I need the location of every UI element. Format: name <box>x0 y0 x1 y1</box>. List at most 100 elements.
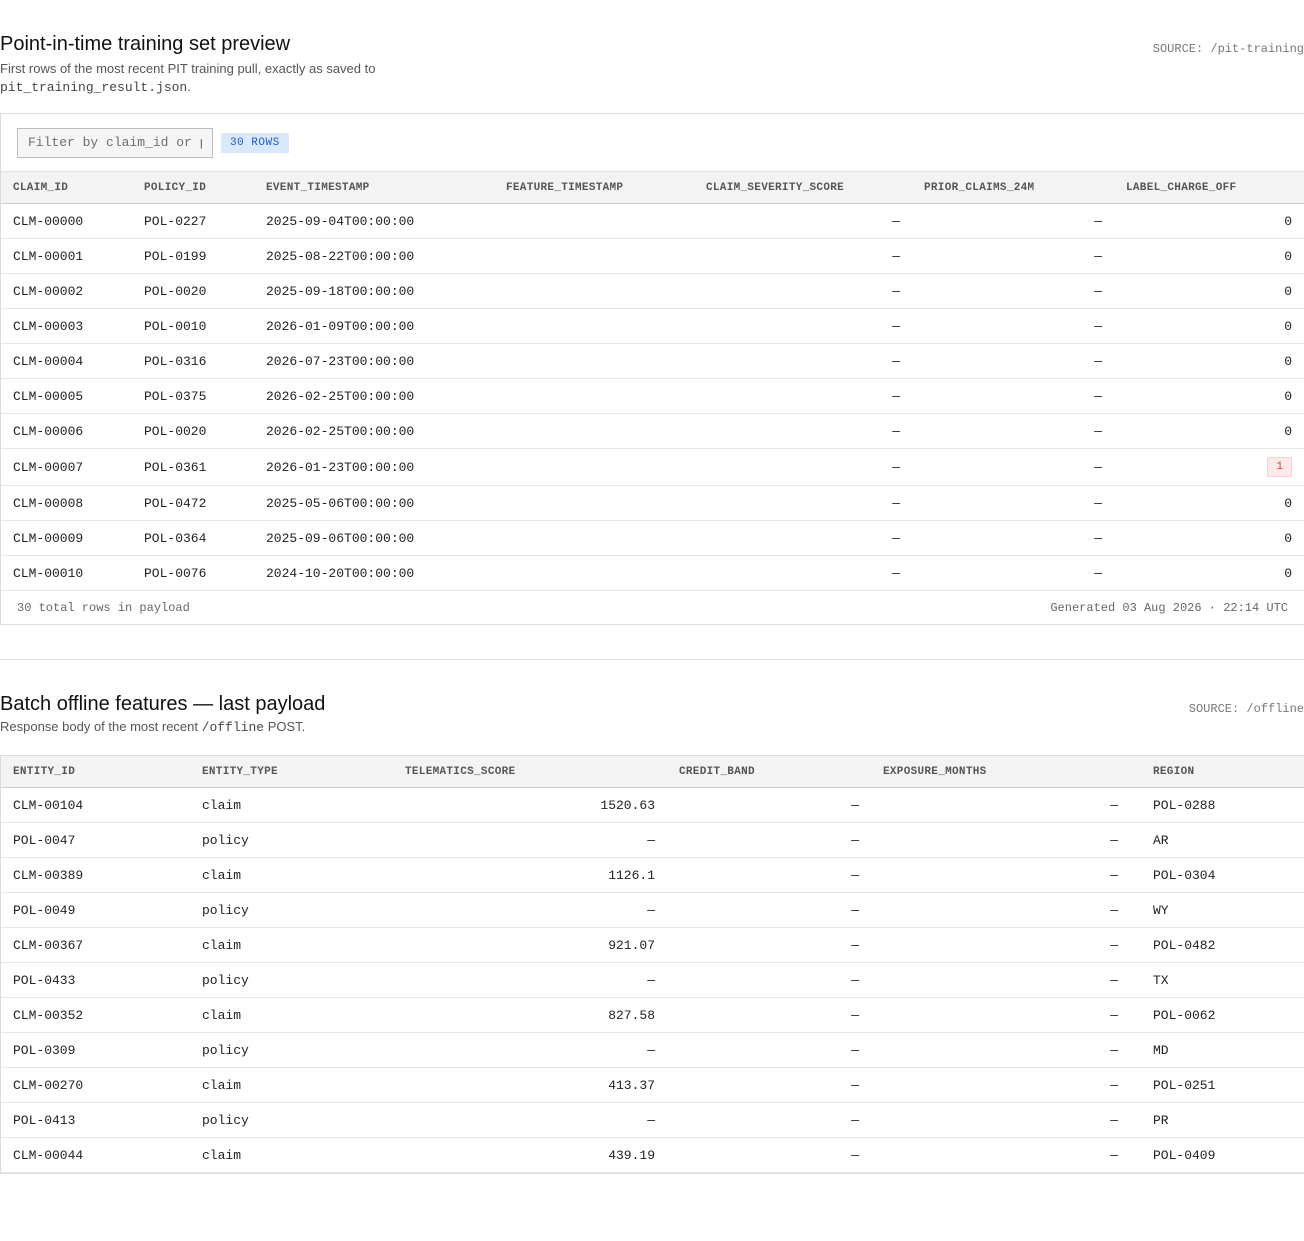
table-row[interactable]: CLM-00007 POL-0361 2026-01-23T00:00:00 — — 1 <box>1 448 1304 486</box>
cell-label-charge-off: 0 <box>1114 555 1304 591</box>
col-prior-claims-24m[interactable]: PRIOR_CLAIMS_24M <box>912 172 1114 204</box>
cell-event-timestamp: 2026-01-09T00:00:00 <box>254 308 494 344</box>
cell-policy-id: POL-0199 <box>132 238 254 274</box>
cell-region: POL-0251 <box>1130 1067 1304 1103</box>
table-row[interactable]: POL-0309 policy — — — MD <box>1 1032 1304 1068</box>
cell-entity-type: claim <box>190 1067 393 1103</box>
table-row[interactable]: CLM-00009 POL-0364 2025-09-06T00:00:00— —0 <box>1 520 1304 556</box>
row-count-badge: 30 ROWS <box>221 132 289 153</box>
section-divider <box>0 659 1304 660</box>
col-telematics-score[interactable]: TELEMATICS_SCORE <box>393 756 667 788</box>
col-event-timestamp[interactable]: EVENT_TIMESTAMP <box>254 172 494 204</box>
cell-entity-id: POL-0433 <box>1 962 190 998</box>
cell-claim-id: CLM-00001 <box>1 238 132 274</box>
cell-event-timestamp: 2026-07-23T00:00:00 <box>254 343 494 379</box>
table-row[interactable]: CLM-00352 claim 827.58— — POL-0062 <box>1 997 1304 1033</box>
cell-credit-band: — <box>667 892 871 928</box>
pit-footer-generated: Generated 03 Aug 2026 · 22:14 UTC <box>1050 600 1288 615</box>
col-exposure-months[interactable]: EXPOSURE_MONTHS <box>871 756 1130 788</box>
cell-event-timestamp: 2025-08-22T00:00:00 <box>254 238 494 274</box>
col-feature-timestamp[interactable]: FEATURE_TIMESTAMP <box>494 172 694 204</box>
cell-prior-claims-24m: — <box>912 485 1114 521</box>
table-row[interactable]: POL-0433 policy — — — TX <box>1 962 1304 998</box>
cell-telematics-score: — <box>393 892 667 928</box>
cell-telematics-score: — <box>393 1032 667 1068</box>
table-row[interactable]: POL-0413 policy — — — PR <box>1 1102 1304 1138</box>
cell-entity-type: claim <box>190 927 393 963</box>
col-policy-id[interactable]: POLICY_ID <box>132 172 254 204</box>
cell-claim-severity-score: — <box>694 555 912 591</box>
cell-credit-band: — <box>667 1137 871 1173</box>
col-entity-id[interactable]: ENTITY_ID <box>1 756 190 788</box>
cell-entity-type: policy <box>190 892 393 928</box>
cell-event-timestamp: 2025-09-06T00:00:00 <box>254 520 494 556</box>
offline-header: Batch offline features — last payload Re… <box>0 693 1304 737</box>
pit-source: SOURCE: /pit-training <box>1152 42 1304 56</box>
cell-prior-claims-24m: — <box>912 448 1114 486</box>
table-row[interactable]: CLM-00044 claim 439.19— — POL-0409 <box>1 1137 1304 1173</box>
pit-toolbar: 30 ROWS <box>1 114 1304 172</box>
cell-claim-severity-score: — <box>694 485 912 521</box>
table-row[interactable]: CLM-00270 claim 413.37— — POL-0251 <box>1 1067 1304 1103</box>
cell-credit-band: — <box>667 1102 871 1138</box>
cell-label-charge-off: 0 <box>1114 273 1304 309</box>
table-row[interactable]: CLM-00367 claim 921.07— — POL-0482 <box>1 927 1304 963</box>
table-row[interactable]: CLM-00005 POL-0375 2026-02-25T00:00:00— —0 <box>1 378 1304 414</box>
cell-prior-claims-24m: — <box>912 273 1114 309</box>
col-claim-id[interactable]: CLAIM_ID <box>1 172 132 204</box>
cell-claim-severity-score: — <box>694 448 912 486</box>
col-credit-band[interactable]: CREDIT_BAND <box>667 756 871 788</box>
cell-label-charge-off: 0 <box>1114 413 1304 449</box>
table-row[interactable]: CLM-00104 claim 1520.63— — POL-0288 <box>1 787 1304 823</box>
cell-entity-id: CLM-00270 <box>1 1067 190 1103</box>
table-row[interactable]: POL-0049 policy — — — WY <box>1 892 1304 928</box>
cell-region: POL-0062 <box>1130 997 1304 1033</box>
table-row[interactable]: CLM-00001 POL-0199 2025-08-22T00:00:00— —0 <box>1 238 1304 274</box>
cell-exposure-months: — <box>871 962 1130 998</box>
col-claim-severity-score[interactable]: CLAIM_SEVERITY_SCORE <box>694 172 912 204</box>
cell-region: TX <box>1130 962 1304 998</box>
col-entity-type[interactable]: ENTITY_TYPE <box>190 756 393 788</box>
cell-region: POL-0304 <box>1130 857 1304 893</box>
table-row[interactable]: CLM-00003 POL-0010 2026-01-09T00:00:00— —0 <box>1 308 1304 344</box>
offline-header-row: ENTITY_ID ENTITY_TYPE TELEMATICS_SCORE C… <box>1 756 1304 788</box>
cell-credit-band: — <box>667 1067 871 1103</box>
cell-event-timestamp: 2025-09-04T00:00:00 <box>254 203 494 239</box>
pit-header: Point-in-time training set preview First… <box>0 33 1304 97</box>
cell-exposure-months: — <box>871 1032 1130 1068</box>
cell-claim-severity-score: — <box>694 520 912 556</box>
table-row[interactable]: CLM-00002 POL-0020 2025-09-18T00:00:00— —0 <box>1 273 1304 309</box>
cell-policy-id: POL-0472 <box>132 485 254 521</box>
pit-subtitle: First rows of the most recent PIT traini… <box>0 60 1304 97</box>
table-row[interactable]: CLM-00006 POL-0020 2026-02-25T00:00:00— —0 <box>1 413 1304 449</box>
cell-prior-claims-24m: — <box>912 308 1114 344</box>
table-row[interactable]: POL-0047 policy — — — AR <box>1 822 1304 858</box>
cell-region: WY <box>1130 892 1304 928</box>
cell-region: POL-0288 <box>1130 787 1304 823</box>
cell-policy-id: POL-0010 <box>132 308 254 344</box>
cell-claim-id: CLM-00000 <box>1 203 132 239</box>
cell-prior-claims-24m: — <box>912 238 1114 274</box>
cell-telematics-score: — <box>393 962 667 998</box>
cell-claim-id: CLM-00002 <box>1 273 132 309</box>
filter-input[interactable] <box>17 127 213 158</box>
col-label-charge-off[interactable]: LABEL_CHARGE_OFF <box>1114 172 1304 204</box>
table-row[interactable]: CLM-00008 POL-0472 2025-05-06T00:00:00— —0 <box>1 485 1304 521</box>
offline-table: ENTITY_ID ENTITY_TYPE TELEMATICS_SCORE C… <box>1 756 1304 1173</box>
cell-region: POL-0482 <box>1130 927 1304 963</box>
cell-entity-type: policy <box>190 1102 393 1138</box>
table-row[interactable]: CLM-00010 POL-0076 2024-10-20T00:00:00— —0 <box>1 555 1304 591</box>
cell-entity-id: CLM-00104 <box>1 787 190 823</box>
cell-feature-timestamp <box>494 308 694 344</box>
cell-prior-claims-24m: — <box>912 520 1114 556</box>
cell-feature-timestamp <box>494 448 694 486</box>
cell-feature-timestamp <box>494 413 694 449</box>
cell-entity-id: POL-0047 <box>1 822 190 858</box>
cell-entity-id: POL-0309 <box>1 1032 190 1068</box>
table-row[interactable]: CLM-00004 POL-0316 2026-07-23T00:00:00— —0 <box>1 343 1304 379</box>
col-region[interactable]: REGION <box>1130 756 1304 788</box>
table-row[interactable]: CLM-00000 POL-0227 2025-09-04T00:00:00— —0 <box>1 203 1304 239</box>
offline-title: Batch offline features — last payload <box>0 693 326 715</box>
table-row[interactable]: CLM-00389 claim 1126.1— — POL-0304 <box>1 857 1304 893</box>
offline-panel: ENTITY_ID ENTITY_TYPE TELEMATICS_SCORE C… <box>0 755 1304 1174</box>
